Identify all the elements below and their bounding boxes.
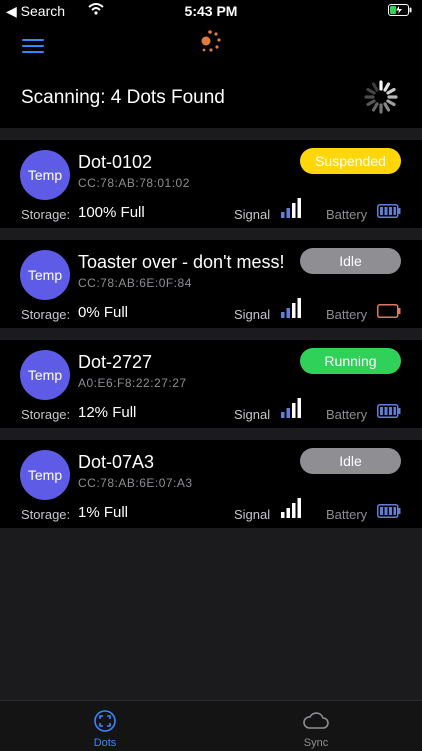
tab-bar: Dots Sync bbox=[0, 700, 422, 751]
battery-label: Battery bbox=[326, 507, 368, 522]
battery-full-icon bbox=[377, 404, 401, 418]
battery-label: Battery bbox=[326, 307, 368, 322]
tab-sync[interactable]: Sync bbox=[276, 701, 356, 751]
device-avatar: Temp bbox=[20, 150, 70, 200]
device-card[interactable]: Temp Dot-0102 CC:78:AB:78:01:02 Suspende… bbox=[0, 140, 422, 228]
storage-label: Storage: bbox=[21, 407, 71, 422]
hamburger-icon[interactable] bbox=[22, 39, 44, 53]
device-avatar: Temp bbox=[20, 250, 70, 300]
battery-low-icon bbox=[377, 304, 401, 318]
battery-label: Battery bbox=[326, 207, 368, 222]
device-mac-address: A0:E6:F8:22:27:27 bbox=[78, 376, 187, 390]
signal-label: Signal bbox=[234, 307, 271, 322]
status-badge[interactable]: Idle bbox=[300, 248, 401, 274]
battery-full-icon bbox=[377, 204, 401, 218]
scan-icon bbox=[94, 710, 116, 732]
battery-label: Battery bbox=[326, 407, 368, 422]
dots-logo-icon bbox=[201, 30, 221, 52]
storage-label: Storage: bbox=[21, 307, 71, 322]
cloud-icon bbox=[303, 712, 329, 729]
device-card[interactable]: Temp Toaster over - don't mess! CC:78:AB… bbox=[0, 240, 422, 328]
storage-value: 12% Full bbox=[78, 404, 137, 421]
loading-spinner-icon bbox=[364, 80, 398, 114]
device-card[interactable]: Temp Dot-07A3 CC:78:AB:6E:07:A3 Idle Sto… bbox=[0, 440, 422, 528]
signal-strength-icon bbox=[281, 498, 301, 518]
storage-label: Storage: bbox=[21, 207, 71, 222]
storage-value: 0% Full bbox=[78, 304, 129, 321]
device-avatar: Temp bbox=[20, 350, 70, 400]
status-badge[interactable]: Idle bbox=[300, 448, 401, 474]
device-name: Dot-07A3 bbox=[78, 452, 155, 472]
signal-label: Signal bbox=[234, 507, 271, 522]
tab-dots-label: Dots bbox=[93, 737, 117, 749]
device-name: Dot-0102 bbox=[78, 152, 153, 172]
status-badge[interactable]: Running bbox=[300, 348, 401, 374]
signal-label: Signal bbox=[234, 207, 271, 222]
scan-header: Scanning: 4 Dots Found bbox=[0, 66, 422, 128]
device-mac-address: CC:78:AB:6E:0F:84 bbox=[78, 276, 192, 290]
device-avatar: Temp bbox=[20, 450, 70, 500]
signal-label: Signal bbox=[234, 407, 271, 422]
signal-strength-icon bbox=[281, 298, 301, 318]
device-card[interactable]: Temp Dot-2727 A0:E6:F8:22:27:27 Running … bbox=[0, 340, 422, 428]
status-badge[interactable]: Suspended bbox=[300, 148, 401, 174]
signal-strength-icon bbox=[281, 198, 301, 218]
status-time: 5:43 PM bbox=[184, 3, 238, 19]
tab-dots[interactable]: Dots bbox=[65, 701, 145, 751]
tab-sync-label: Sync bbox=[303, 737, 329, 749]
storage-value: 100% Full bbox=[78, 204, 145, 221]
scan-status-title: Scanning: 4 Dots Found bbox=[21, 87, 225, 108]
device-mac-address: CC:78:AB:6E:07:A3 bbox=[78, 476, 193, 490]
signal-strength-icon bbox=[281, 398, 301, 418]
device-mac-address: CC:78:AB:78:01:02 bbox=[78, 176, 190, 190]
status-battery-icon bbox=[388, 4, 412, 16]
battery-full-icon bbox=[377, 504, 401, 518]
device-name: Toaster over - don't mess! bbox=[78, 252, 285, 272]
storage-value: 1% Full bbox=[78, 504, 129, 521]
navigation-bar bbox=[0, 22, 422, 66]
status-bar: ◀ Search 5:43 PM bbox=[0, 0, 422, 22]
device-name: Dot-2727 bbox=[78, 352, 153, 372]
storage-label: Storage: bbox=[21, 507, 71, 522]
